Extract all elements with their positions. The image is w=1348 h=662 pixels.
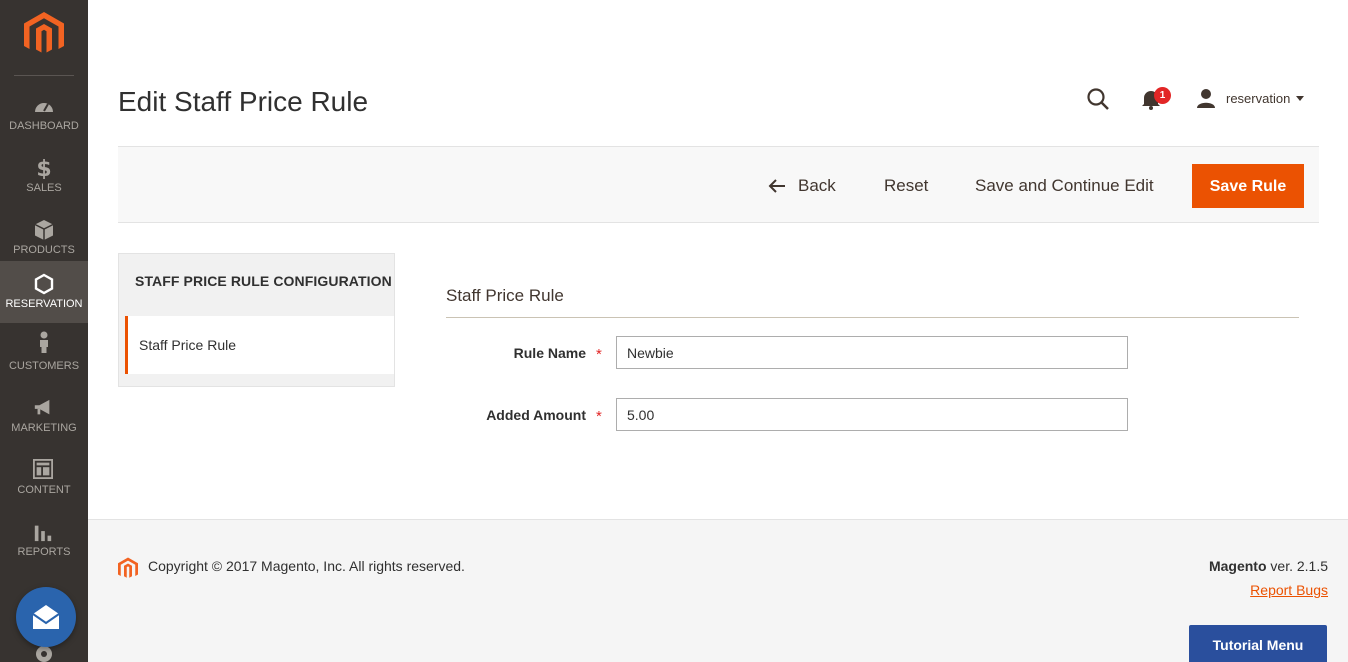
admin-sidebar: DASHBOARD $ SALES PRODUCTS RESERVATION C…	[0, 0, 88, 662]
added-amount-input[interactable]	[616, 398, 1128, 431]
sidebar-divider	[14, 75, 74, 76]
fieldset-divider	[446, 317, 1299, 318]
page-title: Edit Staff Price Rule	[118, 86, 369, 117]
brand-name: Magento	[1208, 558, 1267, 574]
user-icon	[1197, 89, 1215, 108]
tutorial-menu-button[interactable]: Tutorial Menu	[1189, 625, 1327, 662]
fieldset-title: Staff Price Rule	[446, 286, 564, 305]
tab-staff-price-rule[interactable]: Staff Price Rule	[125, 316, 394, 374]
hexagon-icon	[34, 273, 54, 295]
arrow-left-icon	[768, 179, 785, 193]
reset-button[interactable]: Reset	[884, 164, 928, 208]
version-text: Magento ver. 2.1.5	[1209, 558, 1328, 574]
dollar-icon: $	[36, 157, 51, 179]
back-button[interactable]: Back	[768, 164, 836, 208]
report-bugs-link[interactable]: Report Bugs	[1250, 582, 1328, 598]
save-rule-button[interactable]: Save Rule	[1192, 164, 1304, 208]
back-label: Back	[798, 176, 836, 195]
nav-label: DASHBOARD	[9, 120, 79, 132]
nav-label: SALES	[26, 182, 62, 194]
chat-button[interactable]	[16, 587, 76, 647]
nav-label: REPORTS	[17, 546, 71, 558]
nav-label: MARKETING	[11, 422, 77, 434]
page-actions-bar: Back Reset Save and Continue Edit Save R…	[118, 146, 1319, 223]
envelope-icon	[32, 605, 60, 629]
required-mark: *	[596, 346, 602, 363]
copyright-text: Copyright © 2017 Magento, Inc. All right…	[148, 558, 465, 574]
rule-name-label: Rule Name	[513, 345, 586, 361]
page-footer: Copyright © 2017 Magento, Inc. All right…	[88, 519, 1348, 662]
nav-label: CONTENT	[17, 484, 71, 496]
layout-icon	[33, 459, 53, 479]
save-and-continue-button[interactable]: Save and Continue Edit	[975, 164, 1154, 208]
search-icon[interactable]	[1086, 87, 1110, 111]
nav-label: RESERVATION	[5, 298, 83, 310]
user-menu[interactable]: reservation	[1196, 87, 1305, 109]
dashboard-icon	[35, 103, 53, 112]
added-amount-label: Added Amount	[486, 407, 586, 423]
nav-content[interactable]: CONTENT	[0, 459, 88, 521]
svg-text:$: $	[36, 157, 51, 179]
tab-label: Staff Price Rule	[139, 337, 237, 353]
bar-chart-icon	[34, 525, 52, 542]
rule-name-input[interactable]	[616, 336, 1128, 369]
required-mark: *	[596, 408, 602, 425]
nav-sales[interactable]: $ SALES	[0, 149, 88, 211]
config-tabs: STAFF PRICE RULE CONFIGURATION Staff Pri…	[118, 253, 395, 387]
box-icon	[34, 220, 54, 240]
nav-marketing[interactable]: MARKETING	[0, 397, 88, 459]
username: reservation	[1226, 90, 1291, 106]
nav-reports[interactable]: REPORTS	[0, 521, 88, 583]
magento-footer-logo	[118, 557, 138, 578]
nav-label: PRODUCTS	[13, 244, 75, 256]
notification-badge: 1	[1154, 87, 1171, 104]
megaphone-icon	[34, 399, 50, 415]
person-icon	[40, 331, 48, 353]
nav-reservation[interactable]: RESERVATION	[0, 261, 88, 323]
nav-dashboard[interactable]: DASHBOARD	[0, 87, 88, 149]
magento-logo[interactable]	[24, 12, 64, 54]
chevron-down-icon	[1296, 95, 1305, 101]
nav-label: CUSTOMERS	[8, 360, 80, 372]
tabs-title: STAFF PRICE RULE CONFIGURATION	[135, 273, 392, 289]
nav-customers[interactable]: CUSTOMERS	[0, 331, 88, 397]
version-number: ver. 2.1.5	[1266, 558, 1328, 574]
